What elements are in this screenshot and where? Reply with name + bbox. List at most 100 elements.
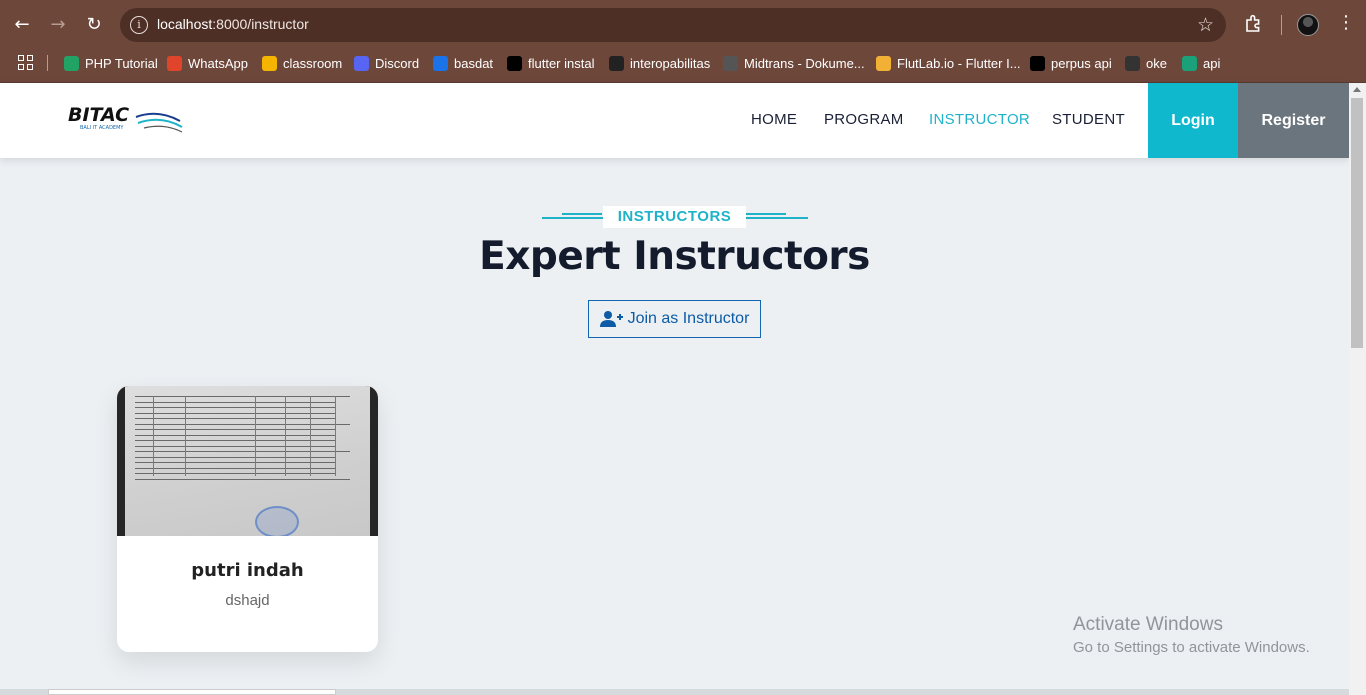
svg-text:BALI IT ACADEMY: BALI IT ACADEMY bbox=[80, 125, 124, 131]
bookmark-favicon-icon bbox=[507, 55, 522, 71]
document-line bbox=[135, 451, 350, 452]
browser-toolbar: ← → ↻ i localhost:8000/instructor ☆ ⋮ bbox=[0, 0, 1366, 50]
bookmark-item[interactable]: interopabilitas bbox=[609, 54, 710, 72]
watermark-title: Activate Windows bbox=[1073, 614, 1223, 635]
bookmark-item[interactable]: Discord bbox=[354, 54, 419, 72]
bookmark-label: flutter instal bbox=[528, 55, 595, 71]
join-instructor-button[interactable]: Join as Instructor bbox=[588, 300, 761, 338]
document-line bbox=[135, 418, 335, 419]
browser-menu-icon[interactable]: ⋮ bbox=[1337, 12, 1355, 33]
instructor-card[interactable]: putri indah dshajd bbox=[117, 386, 378, 652]
bookmark-label: PHP Tutorial bbox=[85, 55, 158, 71]
decor-line bbox=[542, 217, 604, 219]
stamp-seal bbox=[255, 506, 299, 536]
login-button[interactable]: Login bbox=[1148, 83, 1238, 158]
windows-activation-watermark: Activate Windows Go to Settings to activ… bbox=[1073, 614, 1310, 656]
bookmark-item[interactable]: basdat bbox=[433, 54, 493, 72]
document-line bbox=[135, 434, 335, 436]
document-line bbox=[135, 429, 335, 430]
section-subtitle: INSTRUCTORS bbox=[617, 208, 732, 225]
reload-icon[interactable]: ↻ bbox=[82, 13, 106, 37]
scroll-up-arrow-icon[interactable] bbox=[1353, 87, 1361, 92]
page-scrollbar[interactable] bbox=[1349, 83, 1366, 695]
document-column bbox=[310, 396, 311, 476]
apps-grid-icon[interactable] bbox=[18, 55, 34, 71]
bookmark-item[interactable]: PHP Tutorial bbox=[64, 54, 158, 72]
bookmark-item[interactable]: flutter instal bbox=[507, 54, 594, 72]
next-card-edge bbox=[48, 689, 336, 695]
bookmark-label: basdat bbox=[454, 55, 494, 71]
document-line bbox=[135, 462, 335, 463]
bookmark-favicon-icon bbox=[262, 55, 277, 71]
bookmark-label: FlutLab.io - Flutter I... bbox=[897, 55, 1021, 71]
bookmark-label: classroom bbox=[283, 55, 343, 71]
profile-avatar[interactable] bbox=[1297, 14, 1319, 36]
bookmark-label: perpus api bbox=[1051, 55, 1112, 71]
bookmark-item[interactable]: Midtrans - Dokume... bbox=[723, 54, 865, 72]
bookmarks-divider bbox=[47, 55, 48, 71]
document-line bbox=[135, 440, 335, 441]
instructor-description: dshajd bbox=[225, 592, 270, 609]
bitac-logo[interactable]: BITAC BALI IT ACADEMY bbox=[66, 101, 186, 135]
back-icon[interactable]: ← bbox=[10, 13, 34, 37]
bookmark-favicon-icon bbox=[433, 55, 448, 71]
document-line bbox=[135, 473, 335, 474]
bookmark-favicon-icon bbox=[876, 55, 891, 71]
bookmark-star-icon[interactable]: ☆ bbox=[1197, 14, 1214, 36]
forward-icon[interactable]: → bbox=[46, 13, 70, 37]
scrollbar-thumb[interactable] bbox=[1351, 98, 1363, 348]
bookmark-item[interactable]: FlutLab.io - Flutter I... bbox=[876, 54, 1021, 72]
bookmark-favicon-icon bbox=[167, 55, 182, 71]
bookmark-item[interactable]: classroom bbox=[262, 54, 342, 72]
address-bar[interactable]: i localhost:8000/instructor ☆ bbox=[120, 8, 1226, 42]
document-line bbox=[135, 412, 335, 414]
nav-program[interactable]: PROGRAM bbox=[824, 111, 904, 128]
bookmarks-bar: PHP Tutorial WhatsApp classroom Discord basd… bbox=[0, 50, 1366, 83]
bookmark-item[interactable]: perpus api bbox=[1030, 54, 1112, 72]
join-button-label: Join as Instructor bbox=[627, 310, 750, 327]
bookmark-item[interactable]: api bbox=[1182, 54, 1220, 72]
bookmark-label: Discord bbox=[375, 55, 420, 71]
user-plus-icon bbox=[599, 311, 623, 327]
document-column bbox=[153, 396, 154, 476]
document-column bbox=[335, 396, 336, 476]
bookmark-favicon-icon bbox=[354, 55, 369, 71]
instructor-photo bbox=[117, 386, 378, 536]
bookmark-favicon-icon bbox=[609, 55, 624, 71]
register-button[interactable]: Register bbox=[1238, 83, 1349, 158]
decor-line bbox=[746, 217, 808, 219]
document-line bbox=[135, 423, 350, 425]
document-line bbox=[135, 445, 335, 447]
bookmark-label: Midtrans - Dokume... bbox=[744, 55, 865, 71]
url-text[interactable]: localhost:8000/instructor bbox=[157, 16, 309, 32]
nav-student[interactable]: STUDENT bbox=[1052, 111, 1125, 128]
decor-line bbox=[746, 213, 786, 215]
document-line bbox=[135, 401, 335, 403]
document-column bbox=[185, 396, 186, 476]
decor-line bbox=[562, 213, 602, 215]
bookmark-label: oke bbox=[1146, 55, 1167, 71]
document-column bbox=[255, 396, 256, 476]
extensions-icon[interactable] bbox=[1244, 14, 1264, 34]
bookmark-favicon-icon bbox=[1182, 55, 1197, 71]
toolbar-divider bbox=[1281, 15, 1282, 35]
nav-instructor[interactable]: INSTRUCTOR bbox=[929, 111, 1030, 128]
bookmark-label: api bbox=[1203, 55, 1221, 71]
bookmark-favicon-icon bbox=[64, 55, 79, 71]
document-column bbox=[285, 396, 286, 476]
bookmark-item[interactable]: oke bbox=[1125, 54, 1167, 72]
document-line bbox=[135, 478, 350, 480]
bookmark-label: WhatsApp bbox=[188, 55, 248, 71]
document-line bbox=[135, 456, 335, 458]
instructor-name: putri indah bbox=[191, 560, 304, 581]
bookmark-favicon-icon bbox=[1125, 55, 1140, 71]
nav-home[interactable]: HOME bbox=[751, 111, 797, 128]
bookmark-favicon-icon bbox=[1030, 55, 1045, 71]
watermark-subtitle: Go to Settings to activate Windows. bbox=[1073, 639, 1310, 656]
document-image bbox=[125, 386, 370, 536]
section-subtitle-wrap: INSTRUCTORS bbox=[540, 206, 808, 228]
document-line bbox=[135, 467, 335, 469]
document-line bbox=[135, 396, 350, 397]
bookmark-item[interactable]: WhatsApp bbox=[167, 54, 248, 72]
site-info-icon[interactable]: i bbox=[130, 16, 148, 34]
